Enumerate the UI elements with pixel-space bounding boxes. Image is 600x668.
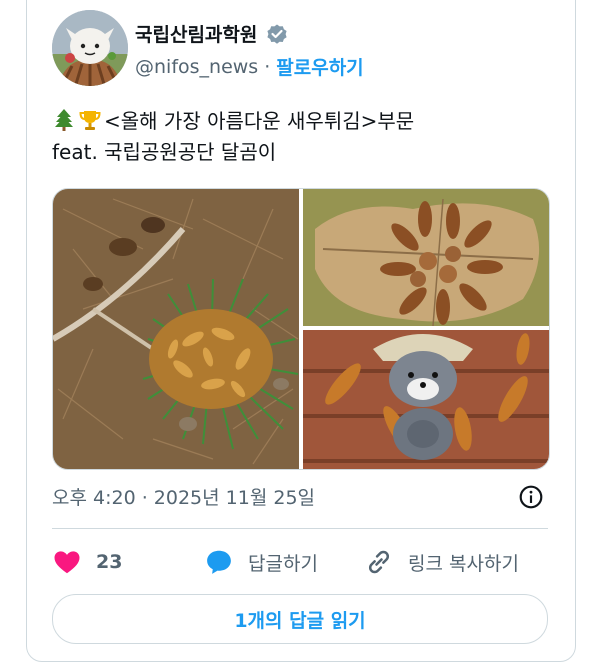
evergreen-tree-icon [55, 109, 73, 131]
account-name-row[interactable]: 국립산림과학원 [135, 20, 289, 47]
photo-pine-needles-cones[interactable] [53, 189, 299, 469]
tweet-line-1-text: <올해 가장 아름다운 새우튀김>부문 [104, 109, 415, 133]
separator-dot: · [264, 55, 271, 78]
account-handle[interactable]: @nifos_news [135, 56, 258, 78]
reply-bubble-icon [207, 550, 231, 574]
info-icon[interactable] [518, 484, 544, 510]
tweet-line-1: <올해 가장 아름다운 새우튀김>부문 [52, 106, 414, 137]
reply-button[interactable]: 답글하기 [204, 547, 364, 577]
verified-badge-icon [267, 24, 287, 44]
link-icon [368, 550, 390, 574]
follow-button[interactable]: 팔로우하기 [276, 53, 363, 80]
copy-link-label: 링크 복사하기 [408, 552, 519, 575]
photo-cones-on-leaf[interactable] [303, 189, 549, 327]
reply-label: 답글하기 [248, 552, 318, 575]
heart-icon [54, 551, 80, 574]
avatar[interactable] [52, 10, 128, 86]
handle-row: @nifos_news · 팔로우하기 [135, 53, 364, 80]
divider [52, 528, 548, 529]
like-button[interactable]: 23 [52, 547, 204, 577]
action-bar: 23 답글하기 링크 복사하기 [52, 544, 548, 580]
tweet-line-2: feat. 국립공원공단 달곰이 [52, 140, 277, 164]
tweet-text: <올해 가장 아름다운 새우튀김>부문 feat. 국립공원공단 달곰이 [52, 106, 414, 168]
read-replies-button[interactable]: 1개의 답글 읽기 [52, 594, 548, 644]
media-grid [52, 188, 550, 470]
copy-link-button[interactable]: 링크 복사하기 [364, 547, 519, 577]
like-count: 23 [96, 551, 123, 573]
account-name[interactable]: 국립산림과학원 [135, 20, 257, 47]
mascot-avatar-icon [52, 10, 128, 86]
trophy-icon [79, 111, 101, 130]
tweet-timestamp[interactable]: 오후 4:20 · 2025년 11월 25일 [52, 483, 315, 510]
photo-bear-plush-cones[interactable] [303, 330, 549, 469]
